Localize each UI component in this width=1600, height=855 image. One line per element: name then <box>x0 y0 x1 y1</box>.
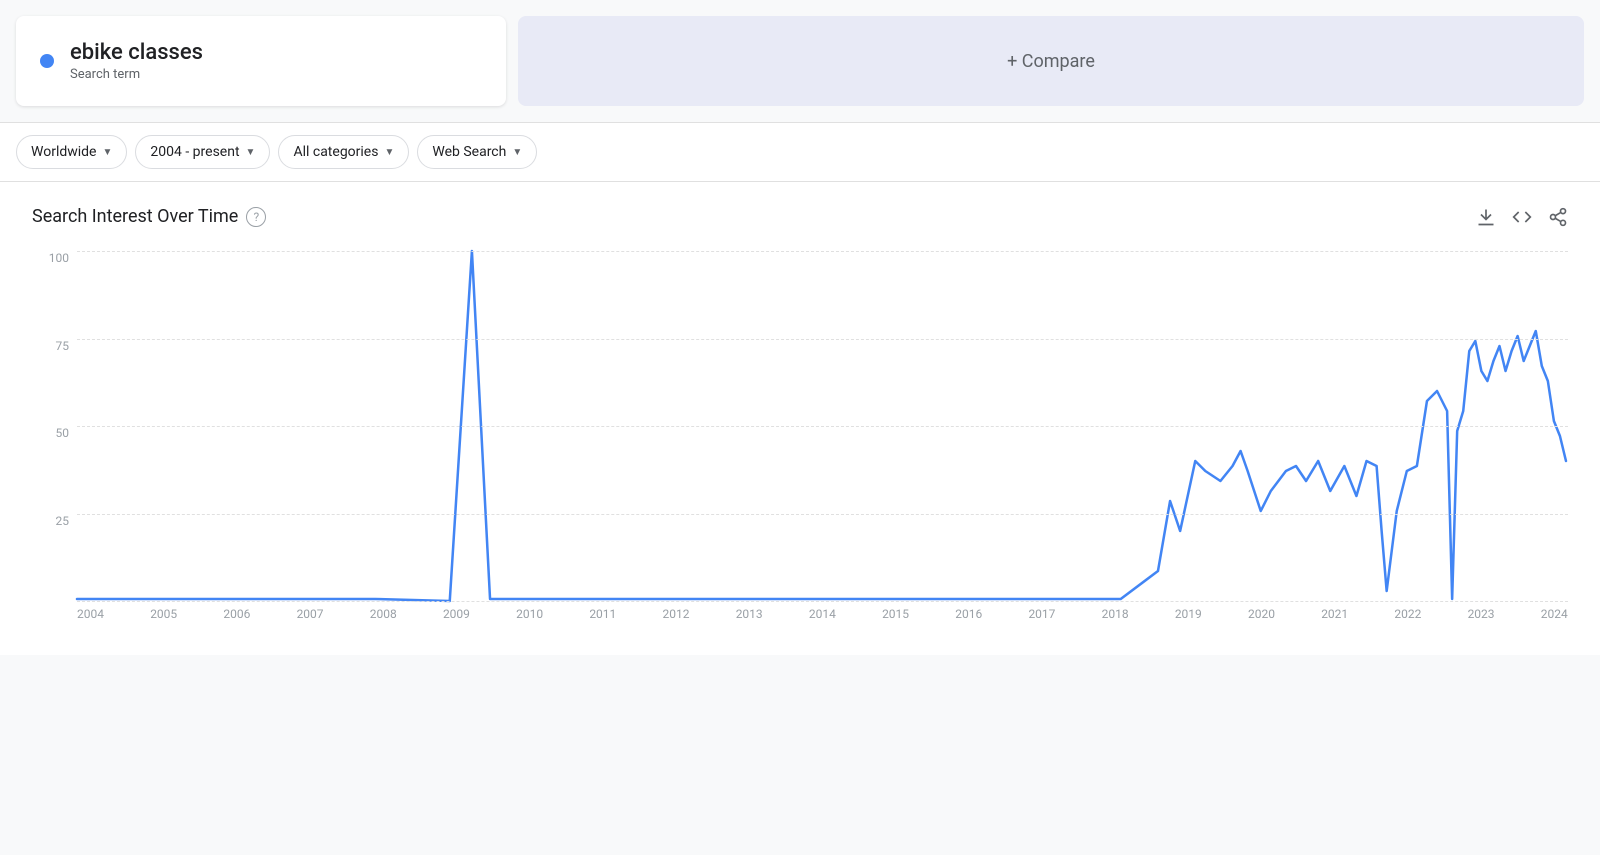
chart-title: Search Interest Over Time <box>32 206 238 227</box>
embed-button[interactable] <box>1512 207 1532 227</box>
x-label-2014: 2014 <box>809 607 836 621</box>
location-chevron-icon: ▼ <box>102 147 112 158</box>
x-label-2022: 2022 <box>1394 607 1421 621</box>
help-icon[interactable]: ? <box>246 207 266 227</box>
search-type-chevron-icon: ▼ <box>512 147 522 158</box>
search-type-filter[interactable]: Web Search ▼ <box>417 135 537 169</box>
compare-card[interactable]: + Compare <box>518 16 1584 106</box>
time-range-filter-label: 2004 - present <box>150 144 239 160</box>
term-color-dot <box>40 54 54 68</box>
chart-title-group: Search Interest Over Time ? <box>32 206 266 227</box>
x-label-2012: 2012 <box>663 607 690 621</box>
x-label-2009: 2009 <box>443 607 470 621</box>
x-label-2010: 2010 <box>516 607 543 621</box>
category-chevron-icon: ▼ <box>384 147 394 158</box>
search-term-text: ebike classes Search term <box>70 40 203 82</box>
location-filter-label: Worldwide <box>31 144 96 160</box>
compare-label: + Compare <box>1007 51 1095 72</box>
x-axis: 2004 2005 2006 2007 2008 2009 2010 2011 … <box>77 601 1568 631</box>
chart-area <box>77 251 1568 601</box>
location-filter[interactable]: Worldwide ▼ <box>16 135 127 169</box>
search-term-card: ebike classes Search term <box>16 16 506 106</box>
search-type-filter-label: Web Search <box>432 144 506 160</box>
filters-section: Worldwide ▼ 2004 - present ▼ All categor… <box>0 122 1600 182</box>
x-label-2019: 2019 <box>1175 607 1202 621</box>
x-label-2016: 2016 <box>955 607 982 621</box>
y-label-75: 75 <box>56 339 70 353</box>
time-range-filter[interactable]: 2004 - present ▼ <box>135 135 270 169</box>
x-label-2015: 2015 <box>882 607 909 621</box>
x-label-2013: 2013 <box>736 607 763 621</box>
x-label-2004: 2004 <box>77 607 104 621</box>
y-label-50: 50 <box>56 426 70 440</box>
chart-actions <box>1476 207 1568 227</box>
x-label-2006: 2006 <box>223 607 250 621</box>
category-filter[interactable]: All categories ▼ <box>278 135 409 169</box>
x-label-2018: 2018 <box>1102 607 1129 621</box>
x-label-2007: 2007 <box>297 607 324 621</box>
y-label-100: 100 <box>49 251 69 265</box>
x-label-2005: 2005 <box>150 607 177 621</box>
grid-line-25 <box>77 514 1568 515</box>
x-label-2008: 2008 <box>370 607 397 621</box>
grid-line-100 <box>77 251 1568 252</box>
share-button[interactable] <box>1548 207 1568 227</box>
download-button[interactable] <box>1476 207 1496 227</box>
x-label-2023: 2023 <box>1468 607 1495 621</box>
x-label-2020: 2020 <box>1248 607 1275 621</box>
y-label-25: 25 <box>56 514 70 528</box>
term-type: Search term <box>70 67 203 82</box>
grid-line-50 <box>77 426 1568 427</box>
y-axis: 100 75 50 25 <box>32 251 77 601</box>
chart-section: Search Interest Over Time ? <box>0 182 1600 655</box>
x-label-2024: 2024 <box>1541 607 1568 621</box>
x-label-2017: 2017 <box>1028 607 1055 621</box>
term-name: ebike classes <box>70 40 203 65</box>
grid-line-75 <box>77 339 1568 340</box>
x-label-2021: 2021 <box>1321 607 1348 621</box>
chart-header: Search Interest Over Time ? <box>32 206 1568 227</box>
category-filter-label: All categories <box>293 144 378 160</box>
x-label-2011: 2011 <box>589 607 616 621</box>
chart-container: 100 75 50 25 2004 2005 2006 <box>32 251 1568 631</box>
time-range-chevron-icon: ▼ <box>246 147 256 158</box>
